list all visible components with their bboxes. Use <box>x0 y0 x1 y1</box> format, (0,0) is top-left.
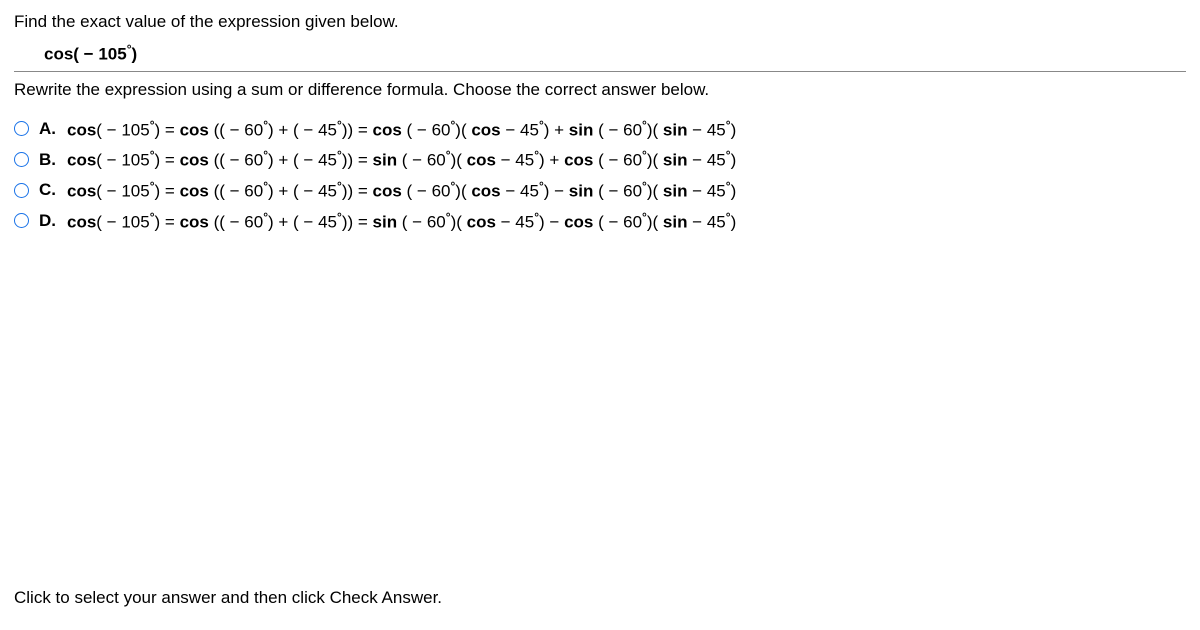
footer-instruction: Click to select your answer and then cli… <box>14 588 442 608</box>
choice-expression: cos( − 105°) = cos (( − 60°) + ( − 45°))… <box>67 118 736 141</box>
choice-label: C. <box>39 180 59 200</box>
choice-label: B. <box>39 150 59 170</box>
choice-label: A. <box>39 119 59 139</box>
choice-expression: cos( − 105°) = cos (( − 60°) + ( − 45°))… <box>67 210 736 233</box>
choice-expression: cos( − 105°) = cos (( − 60°) + ( − 45°))… <box>67 179 736 202</box>
radio-icon[interactable] <box>14 213 29 228</box>
choice-d[interactable]: D. cos( − 105°) = cos (( − 60°) + ( − 45… <box>14 210 1186 233</box>
choice-b[interactable]: B. cos( − 105°) = cos (( − 60°) + ( − 45… <box>14 148 1186 171</box>
choices-group: A. cos( − 105°) = cos (( − 60°) + ( − 45… <box>14 118 1186 233</box>
divider <box>14 71 1186 72</box>
radio-icon[interactable] <box>14 121 29 136</box>
main-expression: cos( − 105°) <box>44 42 1186 65</box>
choice-c[interactable]: C. cos( − 105°) = cos (( − 60°) + ( − 45… <box>14 179 1186 202</box>
question-intro: Find the exact value of the expression g… <box>14 12 1186 32</box>
choice-label: D. <box>39 211 59 231</box>
radio-icon[interactable] <box>14 152 29 167</box>
radio-icon[interactable] <box>14 183 29 198</box>
instruction: Rewrite the expression using a sum or di… <box>14 80 1186 100</box>
choice-a[interactable]: A. cos( − 105°) = cos (( − 60°) + ( − 45… <box>14 118 1186 141</box>
choice-expression: cos( − 105°) = cos (( − 60°) + ( − 45°))… <box>67 148 736 171</box>
